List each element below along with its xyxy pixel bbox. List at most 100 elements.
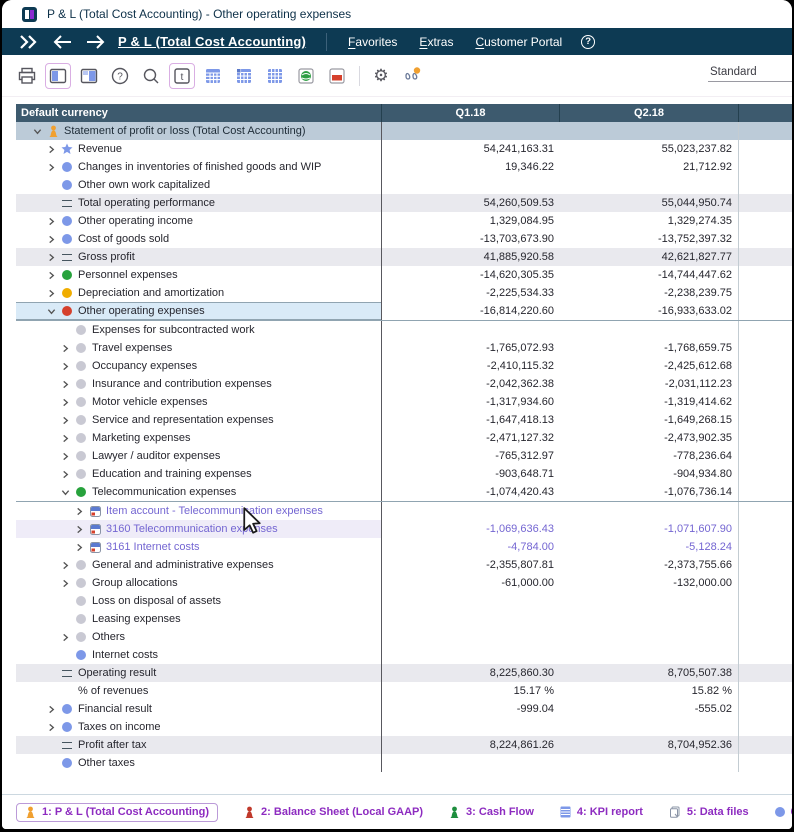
grid-view-3-button[interactable] [262,63,288,89]
chevron-right-icon[interactable] [58,579,72,588]
tab-2[interactable]: 2: Balance Sheet (Local GAAP) [244,806,423,819]
cell-q2[interactable]: -1,319,414.62 [560,393,739,411]
layout-preset-select[interactable]: Standard [708,64,792,82]
cell-q2[interactable]: -1,649,268.15 [560,411,739,429]
cell-q2[interactable] [560,321,739,339]
cell-q2[interactable]: 8,705,507.38 [560,664,739,682]
cell-q2[interactable]: -555.02 [560,700,739,718]
cell-q1[interactable]: -1,317,934.60 [382,393,560,411]
cell-q1[interactable] [382,628,560,646]
chevron-right-icon[interactable] [58,380,72,389]
cell-q2[interactable]: 55,044,950.74 [560,194,739,212]
table-row[interactable]: Taxes on income [16,718,792,736]
cell-q1[interactable]: -13,703,673.90 [382,230,560,248]
chevron-right-icon[interactable] [44,235,58,244]
cell-q1[interactable]: -61,000.00 [382,574,560,592]
layout-left-button[interactable] [45,63,71,89]
table-row[interactable]: Financial result-999.04-555.02 [16,700,792,718]
cell-q1[interactable]: 1,329,084.95 [382,212,560,230]
cell-q2[interactable]: 1,329,274.35 [560,212,739,230]
cell-q2[interactable]: -1,076,736.14 [560,483,739,501]
cell-q1[interactable] [382,610,560,628]
cell-q2[interactable]: -2,425,612.68 [560,357,739,375]
column-header-q1[interactable]: Q1.18 [382,104,560,122]
cell-q2[interactable]: 15.82 % [560,682,739,700]
chevron-right-icon[interactable] [44,253,58,262]
table-row[interactable]: Group allocations-61,000.00-132,000.00 [16,574,792,592]
table-row[interactable]: Gross profit41,885,920.5842,621,827.77 [16,248,792,266]
table-row[interactable]: Other operating expenses-16,814,220.60-1… [16,302,792,321]
column-header-label[interactable]: Default currency [16,104,382,122]
cell-q1[interactable]: -4,784.00 [382,538,560,556]
table-row[interactable]: Education and training expenses-903,648.… [16,465,792,483]
cell-q1[interactable]: 41,885,920.58 [382,248,560,266]
table-row[interactable]: Total operating performance54,260,509.53… [16,194,792,212]
cell-q1[interactable] [382,321,560,339]
cell-q1[interactable]: -1,765,072.93 [382,339,560,357]
table-row[interactable]: Profit after tax8,224,861.268,704,952.36 [16,736,792,754]
table-row[interactable]: Lawyer / auditor expenses-765,312.97-778… [16,447,792,465]
forward-arrow-icon[interactable] [86,35,105,49]
chevron-right-icon[interactable] [58,561,72,570]
table-row[interactable]: Others [16,628,792,646]
cell-q2[interactable]: -2,238,239.75 [560,284,739,302]
table-row[interactable]: Leasing expenses [16,610,792,628]
cell-q1[interactable]: -2,042,362.38 [382,375,560,393]
tab-4[interactable]: 4: KPI report [560,806,643,818]
table-row[interactable]: Other taxes [16,754,792,772]
chevron-right-icon[interactable] [72,525,86,534]
table-row[interactable]: % of revenues15.17 %15.82 % [16,682,792,700]
cell-q1[interactable]: -2,410,115.32 [382,357,560,375]
table-row[interactable]: Cost of goods sold-13,703,673.90-13,752,… [16,230,792,248]
table-row[interactable]: Expenses for subcontracted work [16,321,792,339]
cell-q2[interactable] [560,718,739,736]
chevron-right-icon[interactable] [58,416,72,425]
chevron-right-icon[interactable] [58,362,72,371]
help-button[interactable]: ? [107,63,133,89]
tab-1[interactable]: 1: P & L (Total Cost Accounting) [16,803,218,822]
cell-q1[interactable]: -14,620,305.35 [382,266,560,284]
cell-q2[interactable]: -5,128.24 [560,538,739,556]
table-row[interactable]: Marketing expenses-2,471,127.32-2,473,90… [16,429,792,447]
cell-q2[interactable]: -2,373,755.66 [560,556,739,574]
cell-q2[interactable] [560,610,739,628]
chevron-right-icon[interactable] [44,723,58,732]
chevron-right-icon[interactable] [58,633,72,642]
tab-3[interactable]: 3: Cash Flow [449,806,534,819]
cell-q2[interactable] [560,592,739,610]
table-row[interactable]: Other own work capitalized [16,176,792,194]
cell-q2[interactable]: -1,768,659.75 [560,339,739,357]
cell-q2[interactable]: -14,744,447.62 [560,266,739,284]
table-row[interactable]: 3161 Internet costs-4,784.00-5,128.24 [16,538,792,556]
cell-q2[interactable]: 42,621,827.77 [560,248,739,266]
back-arrow-icon[interactable] [53,35,72,49]
cell-q1[interactable] [382,646,560,664]
table-row[interactable]: Telecommunication expenses-1,074,420.43-… [16,483,792,502]
settings-button[interactable]: ⚙ [368,63,394,89]
table-row[interactable]: 3160 Telecommunication expenses-1,069,63… [16,520,792,538]
cell-q1[interactable]: 54,260,509.53 [382,194,560,212]
chevron-right-icon[interactable] [58,452,72,461]
cell-q2[interactable]: -778,236.64 [560,447,739,465]
cell-q2[interactable]: -16,933,633.02 [560,302,739,320]
cell-q1[interactable]: -1,647,418.13 [382,411,560,429]
chevron-down-icon[interactable] [58,488,72,497]
chevron-right-icon[interactable] [72,543,86,552]
cell-q1[interactable]: -2,471,127.32 [382,429,560,447]
cell-q1[interactable]: 8,224,861.26 [382,736,560,754]
table-row[interactable]: Loss on disposal of assets [16,592,792,610]
chevron-right-icon[interactable] [58,344,72,353]
cell-q1[interactable]: 8,225,860.30 [382,664,560,682]
table-row[interactable]: Operating result8,225,860.308,705,507.38 [16,664,792,682]
chevron-down-icon[interactable] [44,307,58,316]
table-row[interactable]: Insurance and contribution expenses-2,04… [16,375,792,393]
chevron-right-icon[interactable] [44,217,58,226]
cell-q2[interactable] [560,502,739,520]
table-row[interactable]: Statement of profit or loss (Total Cost … [16,122,792,140]
cell-q2[interactable] [560,646,739,664]
cell-q2[interactable] [560,176,739,194]
cell-q1[interactable]: 15.17 % [382,682,560,700]
cell-q1[interactable]: 19,346.22 [382,158,560,176]
cell-q2[interactable]: -2,473,902.35 [560,429,739,447]
cell-q1[interactable]: -16,814,220.60 [382,302,560,320]
